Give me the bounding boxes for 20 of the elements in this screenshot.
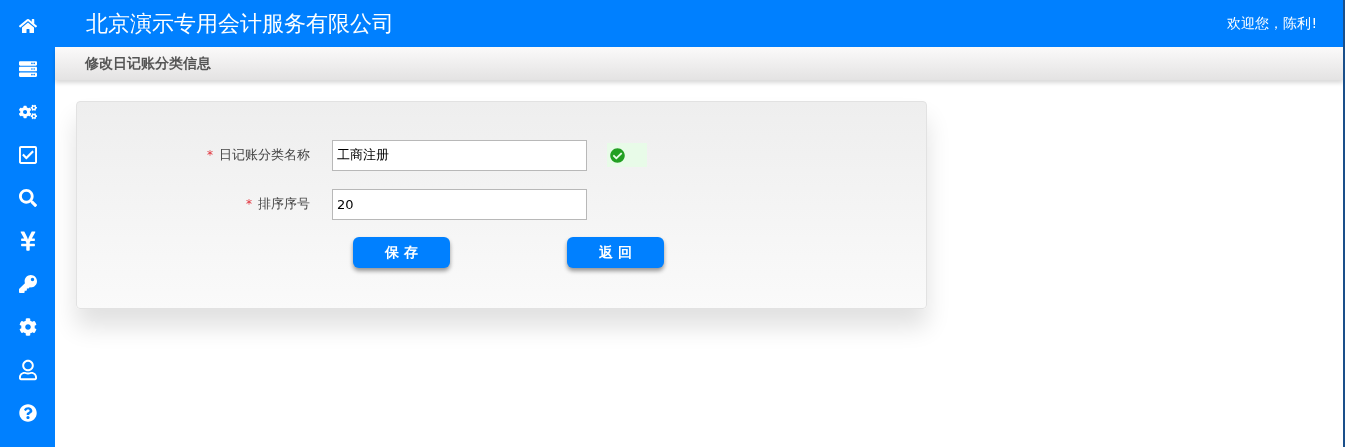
settings-icon[interactable]	[18, 316, 37, 338]
search-icon[interactable]	[18, 187, 37, 209]
page-title: 修改日记账分类信息	[85, 54, 211, 73]
required-mark: *	[207, 147, 213, 164]
key-icon[interactable]	[18, 273, 37, 295]
server-icon[interactable]	[18, 58, 37, 80]
checkmark-icon	[610, 147, 625, 163]
input-field[interactable]: 工商注册	[332, 139, 587, 171]
form-button[interactable]: 返 回	[567, 237, 664, 268]
input-field[interactable]: 20	[332, 188, 587, 220]
help-icon[interactable]	[18, 402, 37, 424]
user-icon[interactable]	[18, 359, 37, 381]
welcome-text: 欢迎您，陈利!	[1227, 14, 1317, 33]
field-label: 排序序号	[258, 195, 310, 214]
company-title: 北京演示专用会计服务有限公司	[86, 10, 394, 38]
form-button[interactable]: 保 存	[353, 237, 450, 268]
required-mark: *	[246, 196, 252, 213]
checkbox-icon[interactable]	[18, 144, 37, 166]
field-label: 日记账分类名称	[219, 146, 310, 165]
yen-icon[interactable]	[18, 230, 37, 252]
